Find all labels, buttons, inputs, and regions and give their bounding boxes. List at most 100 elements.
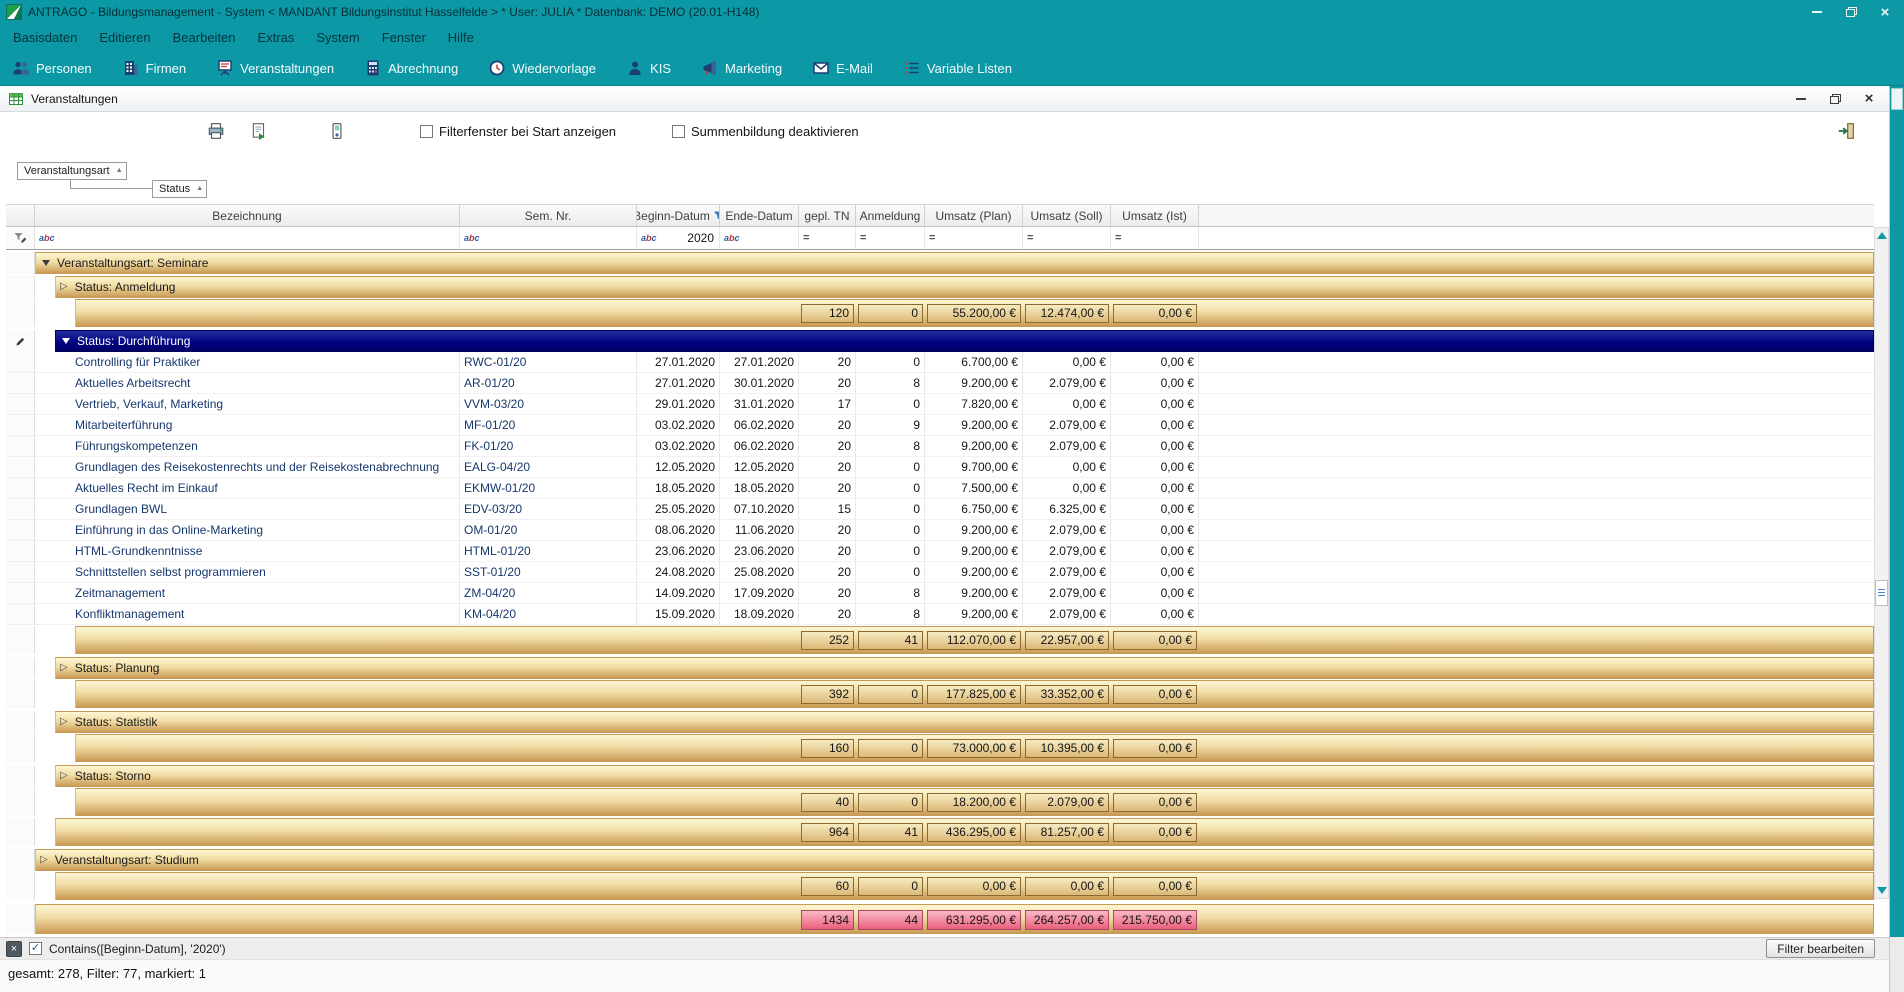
group-row[interactable]: ▷Status: Anmeldung	[6, 276, 1874, 298]
print-icon[interactable]	[207, 122, 225, 140]
collapse-icon[interactable]	[62, 338, 70, 344]
filter-on-start-checkbox[interactable]: Filterfenster bei Start anzeigen	[420, 124, 616, 139]
group-row[interactable]: ▷ Status: Planung	[6, 657, 1874, 679]
filter-cell-umsatz-soll[interactable]: =	[1023, 227, 1111, 249]
menu-system[interactable]: System	[305, 26, 370, 49]
minimize-icon[interactable]	[1804, 3, 1830, 21]
export-icon[interactable]	[250, 122, 268, 140]
toolbar-firmen[interactable]: Firmen	[122, 59, 186, 77]
menu-hilfe[interactable]: Hilfe	[437, 26, 485, 49]
group-band[interactable]: ▷Status: Statistik	[55, 711, 1874, 733]
toolbar-kis[interactable]: KIS	[626, 59, 671, 77]
mdi-scrollbar-thumb[interactable]	[1891, 88, 1903, 110]
device-icon[interactable]	[328, 122, 346, 140]
menu-basisdaten[interactable]: Basisdaten	[2, 26, 88, 49]
close-icon[interactable]: ×	[1857, 90, 1881, 108]
col-header-umsatz-ist[interactable]: Umsatz (Ist)	[1111, 204, 1199, 227]
expand-icon[interactable]: ▷	[60, 717, 68, 727]
filter-cell-umsatz-ist[interactable]: =	[1111, 227, 1199, 249]
table-row[interactable]: Grundlagen des Reisekostenrechts und der…	[6, 457, 1874, 478]
restore-icon[interactable]	[1838, 3, 1864, 21]
expand-icon[interactable]: ▷	[60, 663, 68, 673]
filter-cell-gepl-tn[interactable]: =	[799, 227, 856, 249]
cell-sem-nr: EDV-03/20	[460, 499, 637, 520]
toolbar-email[interactable]: E-Mail	[812, 59, 873, 77]
table-row[interactable]: KonfliktmanagementKM-04/2015.09.202018.0…	[6, 604, 1874, 625]
expand-icon[interactable]: ▷	[60, 771, 68, 781]
filter-expression[interactable]: Contains([Beginn-Datum], '2020')	[49, 942, 226, 956]
table-row[interactable]: Vertrieb, Verkauf, MarketingVVM-03/2029.…	[6, 394, 1874, 415]
scroll-down-icon[interactable]	[1877, 887, 1887, 894]
table-row[interactable]: Controlling für PraktikerRWC-01/2027.01.…	[6, 352, 1874, 373]
group-row[interactable]: ▷Status: Storno	[6, 765, 1874, 787]
toolbar-abrechnung[interactable]: Abrechnung	[364, 59, 458, 77]
table-row[interactable]: Einführung in das Online-MarketingOM-01/…	[6, 520, 1874, 541]
groupby-status[interactable]: Status ▲	[152, 180, 207, 198]
expand-icon[interactable]: ▷	[60, 282, 68, 292]
menu-bearbeiten[interactable]: Bearbeiten	[162, 26, 247, 49]
scroll-up-icon[interactable]	[1877, 232, 1887, 239]
filter-cell-bezeichnung[interactable]: abc	[35, 227, 460, 249]
grid-scrollbar-thumb[interactable]	[1875, 580, 1888, 606]
col-header-sem-nr[interactable]: Sem. Nr.	[460, 204, 637, 227]
filter-value[interactable]: 2020	[687, 231, 715, 245]
restore-icon[interactable]	[1823, 90, 1847, 108]
toolbar-marketing[interactable]: Marketing	[701, 59, 782, 77]
filter-active-checkbox[interactable]: ✓	[29, 942, 42, 955]
toolbar-wiedervorlage[interactable]: Wiedervorlage	[488, 59, 596, 77]
groupby-veranstaltungsart[interactable]: Veranstaltungsart ▲	[17, 162, 127, 180]
toolbar-variable-listen[interactable]: Variable Listen	[903, 59, 1012, 77]
col-header-ende-datum[interactable]: Ende-Datum	[720, 204, 799, 227]
col-header-umsatz-plan[interactable]: Umsatz (Plan)	[925, 204, 1023, 227]
group-label: Status: Planung	[75, 661, 160, 675]
filter-cell-anmeldung[interactable]: =	[856, 227, 925, 249]
summary-umsatz-ist: 0,00 €	[1113, 685, 1197, 704]
edit-filter-button[interactable]: Filter bearbeiten	[1766, 939, 1875, 958]
table-row[interactable]: ZeitmanagementZM-04/2014.09.202017.09.20…	[6, 583, 1874, 604]
group-row[interactable]: Status: Durchführung	[6, 330, 1874, 352]
toolbar-personen[interactable]: Personen	[12, 59, 92, 77]
group-band[interactable]: ▷Veranstaltungsart: Studium	[35, 849, 1874, 871]
cell-gepl-tn: 20	[799, 583, 856, 604]
collapse-icon[interactable]	[42, 260, 50, 266]
filter-cell-beginn-datum[interactable]: abc2020	[637, 227, 720, 249]
col-header-beginn-datum[interactable]: Beginn-Datum	[637, 204, 720, 227]
col-header-anmeldung[interactable]: Anmeldung	[856, 204, 925, 227]
group-row[interactable]: ▷Status: Statistik	[6, 711, 1874, 733]
group-row[interactable]: Veranstaltungsart: Seminare	[6, 252, 1874, 274]
table-row[interactable]: Schnittstellen selbst programmierenSST-0…	[6, 562, 1874, 583]
remove-filter-button[interactable]: ×	[6, 941, 22, 957]
cell-umsatz-soll: 2.079,00 €	[1023, 415, 1111, 436]
filter-cell-sem-nr[interactable]: abc	[460, 227, 637, 249]
menu-fenster[interactable]: Fenster	[371, 26, 437, 49]
group-band[interactable]: ▷ Status: Planung	[55, 657, 1874, 679]
table-row[interactable]: FührungskompetenzenFK-01/2003.02.202006.…	[6, 436, 1874, 457]
group-row[interactable]: ▷Veranstaltungsart: Studium	[6, 849, 1874, 871]
filter-cell-ende-datum[interactable]: abc	[720, 227, 799, 249]
group-band[interactable]: Veranstaltungsart: Seminare	[35, 252, 1874, 274]
column-label: Anmeldung	[860, 209, 921, 223]
close-icon[interactable]: ×	[1872, 3, 1898, 21]
disable-sums-checkbox[interactable]: Summenbildung deaktivieren	[672, 124, 859, 139]
group-band[interactable]: ▷Status: Anmeldung	[55, 276, 1874, 298]
table-row[interactable]: Aktuelles ArbeitsrechtAR-01/2027.01.2020…	[6, 373, 1874, 394]
mdi-scrollbar[interactable]	[1890, 86, 1904, 937]
group-band[interactable]: ▷Status: Storno	[55, 765, 1874, 787]
cell-ende-datum: 06.02.2020	[720, 436, 799, 457]
menu-editieren[interactable]: Editieren	[88, 26, 161, 49]
table-row[interactable]: Grundlagen BWLEDV-03/2025.05.202007.10.2…	[6, 499, 1874, 520]
exit-icon[interactable]	[1837, 122, 1855, 140]
expand-icon[interactable]: ▷	[40, 855, 48, 865]
group-band[interactable]: Status: Durchführung	[55, 330, 1874, 352]
minimize-icon[interactable]	[1789, 90, 1813, 108]
col-header-umsatz-soll[interactable]: Umsatz (Soll)	[1023, 204, 1111, 227]
col-header-gepl-tn[interactable]: gepl. TN	[799, 204, 856, 227]
table-row[interactable]: HTML-GrundkenntnisseHTML-01/2023.06.2020…	[6, 541, 1874, 562]
col-header-bezeichnung[interactable]: Bezeichnung	[35, 204, 460, 227]
table-row[interactable]: MitarbeiterführungMF-01/2003.02.202006.0…	[6, 415, 1874, 436]
menu-extras[interactable]: Extras	[247, 26, 306, 49]
table-row[interactable]: Aktuelles Recht im EinkaufEKMW-01/2018.0…	[6, 478, 1874, 499]
toolbar-veranstaltungen[interactable]: Veranstaltungen	[216, 59, 334, 77]
filter-cell-umsatz-plan[interactable]: =	[925, 227, 1023, 249]
grid-scrollbar[interactable]	[1874, 227, 1889, 899]
